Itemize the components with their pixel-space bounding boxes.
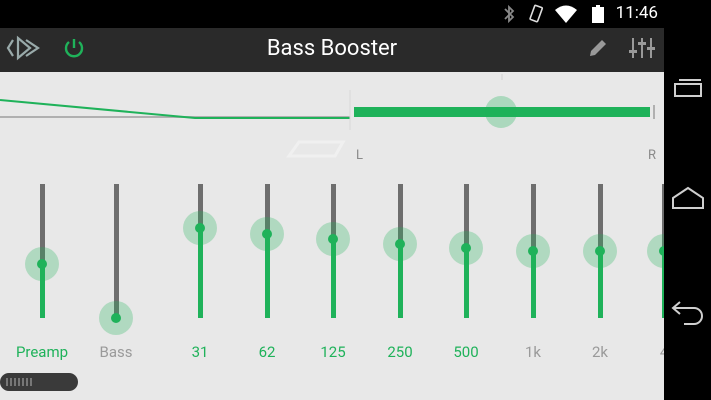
balance-thumb-halo (485, 96, 517, 128)
band-label: 500 (453, 343, 479, 361)
equalizer-settings-icon (628, 36, 656, 64)
bluetooth-icon (502, 4, 516, 28)
band-label: 62 (258, 343, 276, 361)
app-title: Bass Booster (266, 36, 398, 61)
balance-right-label: R (648, 148, 657, 163)
slider-thumb[interactable] (528, 246, 538, 256)
slider-track (113, 184, 119, 318)
watermark-logo (285, 138, 347, 162)
back-nav-button[interactable] (664, 298, 711, 330)
slider-thumb[interactable] (595, 246, 605, 256)
slider-thumb[interactable] (262, 228, 272, 239)
wifi-icon (554, 4, 578, 28)
app-bar: Bass Booster (0, 28, 664, 72)
eq-curve-line (0, 99, 350, 119)
band-label: 250 (387, 343, 413, 361)
band-label: 4 (629, 343, 664, 361)
home-button[interactable] (664, 186, 711, 214)
balance-left-label: L (356, 148, 364, 163)
slider-thumb[interactable] (111, 313, 121, 323)
balance-slider[interactable] (354, 96, 655, 128)
equalizer-settings-button[interactable] (622, 28, 662, 72)
recents-button[interactable] (664, 78, 711, 102)
scrollbar-grip (6, 378, 34, 386)
pencil-icon (587, 37, 609, 63)
equalizer-panel: L R Preamp Bass 31 62 125 250 500 1k 2k 4 (0, 72, 664, 400)
balance-end-tick (653, 105, 655, 119)
band-label: Bass (99, 343, 133, 361)
band-label: 125 (320, 343, 346, 361)
band-label: Preamp (15, 343, 69, 361)
clock: 11:46 (615, 3, 658, 23)
recents-icon (671, 78, 705, 102)
battery-icon (592, 5, 604, 27)
vibrate-icon (527, 4, 545, 28)
band-label: 1k (524, 343, 542, 361)
status-bar: 11:46 (0, 0, 664, 28)
navigation-bar (664, 0, 711, 400)
horizontal-scrollbar[interactable] (0, 373, 78, 391)
home-icon (671, 186, 705, 214)
band-label: 2k (591, 343, 609, 361)
band-label: 31 (191, 343, 209, 361)
slider-thumb[interactable] (328, 233, 338, 244)
edit-button[interactable] (580, 28, 616, 72)
back-icon (670, 298, 706, 330)
